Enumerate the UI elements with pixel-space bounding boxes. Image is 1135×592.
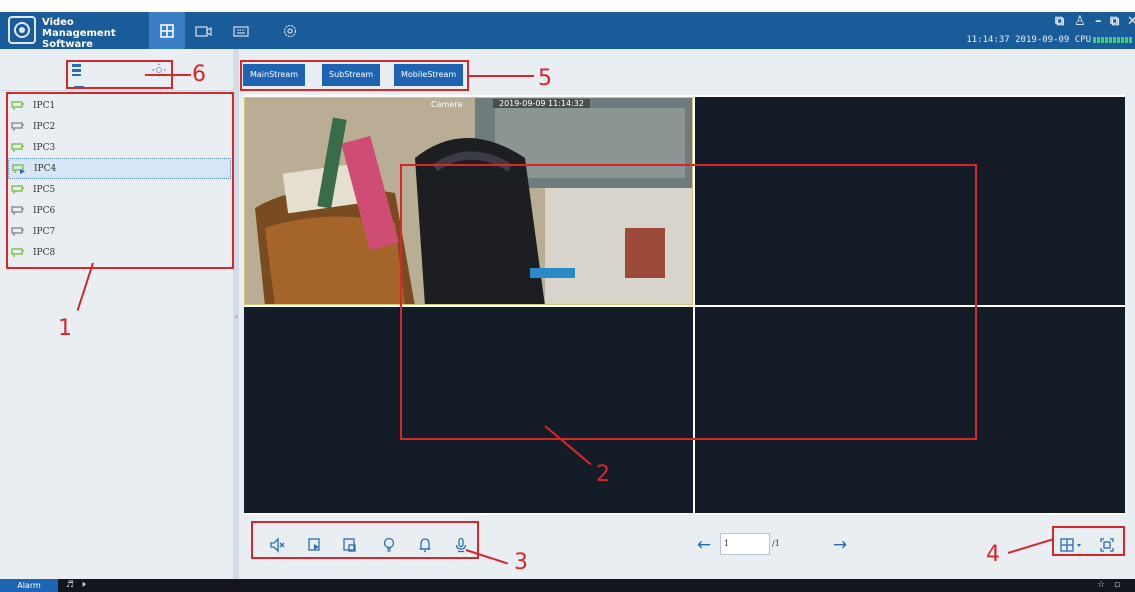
page-number-input[interactable]: 1 xyxy=(720,533,770,555)
gear-icon xyxy=(283,24,297,37)
alarm-tab[interactable]: Alarm xyxy=(0,579,58,592)
clock-readout: 11:14:37 2019-09-09 CPU xyxy=(966,35,1091,45)
annotation-number-2: 2 xyxy=(596,462,610,487)
pin-icon[interactable]: ☆ xyxy=(1097,579,1105,592)
sound-off-icon[interactable]: 🕨 xyxy=(80,579,86,592)
maximize-panel-icon[interactable]: ▫ xyxy=(1114,579,1120,592)
app-window: Video Management Software ⧉ ♙ – ⧉ ✕ 11:1… xyxy=(0,0,1135,592)
tab-live-view[interactable] xyxy=(149,12,185,49)
annotation-leader-6 xyxy=(145,74,191,76)
annotation-number-3: 3 xyxy=(514,550,528,575)
annotation-box-stream-buttons xyxy=(240,60,469,91)
annotation-number-4: 4 xyxy=(986,542,1000,567)
annotation-number-5: 5 xyxy=(538,66,552,91)
annotation-number-1: 1 xyxy=(58,316,72,341)
camera-timestamp-overlay: 2019-09-09 11:14:32 xyxy=(493,99,590,108)
annotation-box-video-area xyxy=(400,164,977,440)
title-bar: Video Management Software ⧉ ♙ – ⧉ ✕ 11:1… xyxy=(0,12,1135,50)
annotation-box-layout-tools xyxy=(1052,526,1125,556)
next-page-icon[interactable]: → xyxy=(830,535,850,555)
restore-button[interactable]: ⧉ xyxy=(1110,14,1119,29)
user-icon[interactable]: ♙ xyxy=(1074,14,1086,29)
logo-icon xyxy=(8,16,36,44)
cpu-meter xyxy=(1093,37,1133,43)
annotation-box-playback-tools xyxy=(251,521,479,559)
annotation-leader-5 xyxy=(469,75,534,77)
tab-playback[interactable] xyxy=(186,12,222,49)
grid-icon xyxy=(160,23,174,38)
previous-page-icon[interactable]: ← xyxy=(694,535,714,555)
page-total: /1 xyxy=(772,539,780,548)
close-button[interactable]: ✕ xyxy=(1127,14,1135,29)
tab-device[interactable] xyxy=(223,12,259,49)
tab-settings[interactable] xyxy=(272,12,308,49)
annotation-box-device-list xyxy=(6,92,234,269)
layout-icon[interactable]: ⧉ xyxy=(1055,14,1064,29)
camera-name-overlay: Camera xyxy=(431,100,463,109)
keyboard-icon xyxy=(233,25,249,37)
video-camera-icon xyxy=(195,25,212,37)
annotation-number-6: 6 xyxy=(192,62,206,87)
app-title: Video Management Software xyxy=(42,17,116,50)
collapse-arrow-icon[interactable]: ‹ xyxy=(235,312,238,321)
status-bar: Alarm ♬ 🕨 ☆ ▫ xyxy=(0,579,1135,592)
alarm-mute-icon[interactable]: ♬ xyxy=(66,579,74,592)
minimize-button[interactable]: – xyxy=(1095,14,1102,29)
